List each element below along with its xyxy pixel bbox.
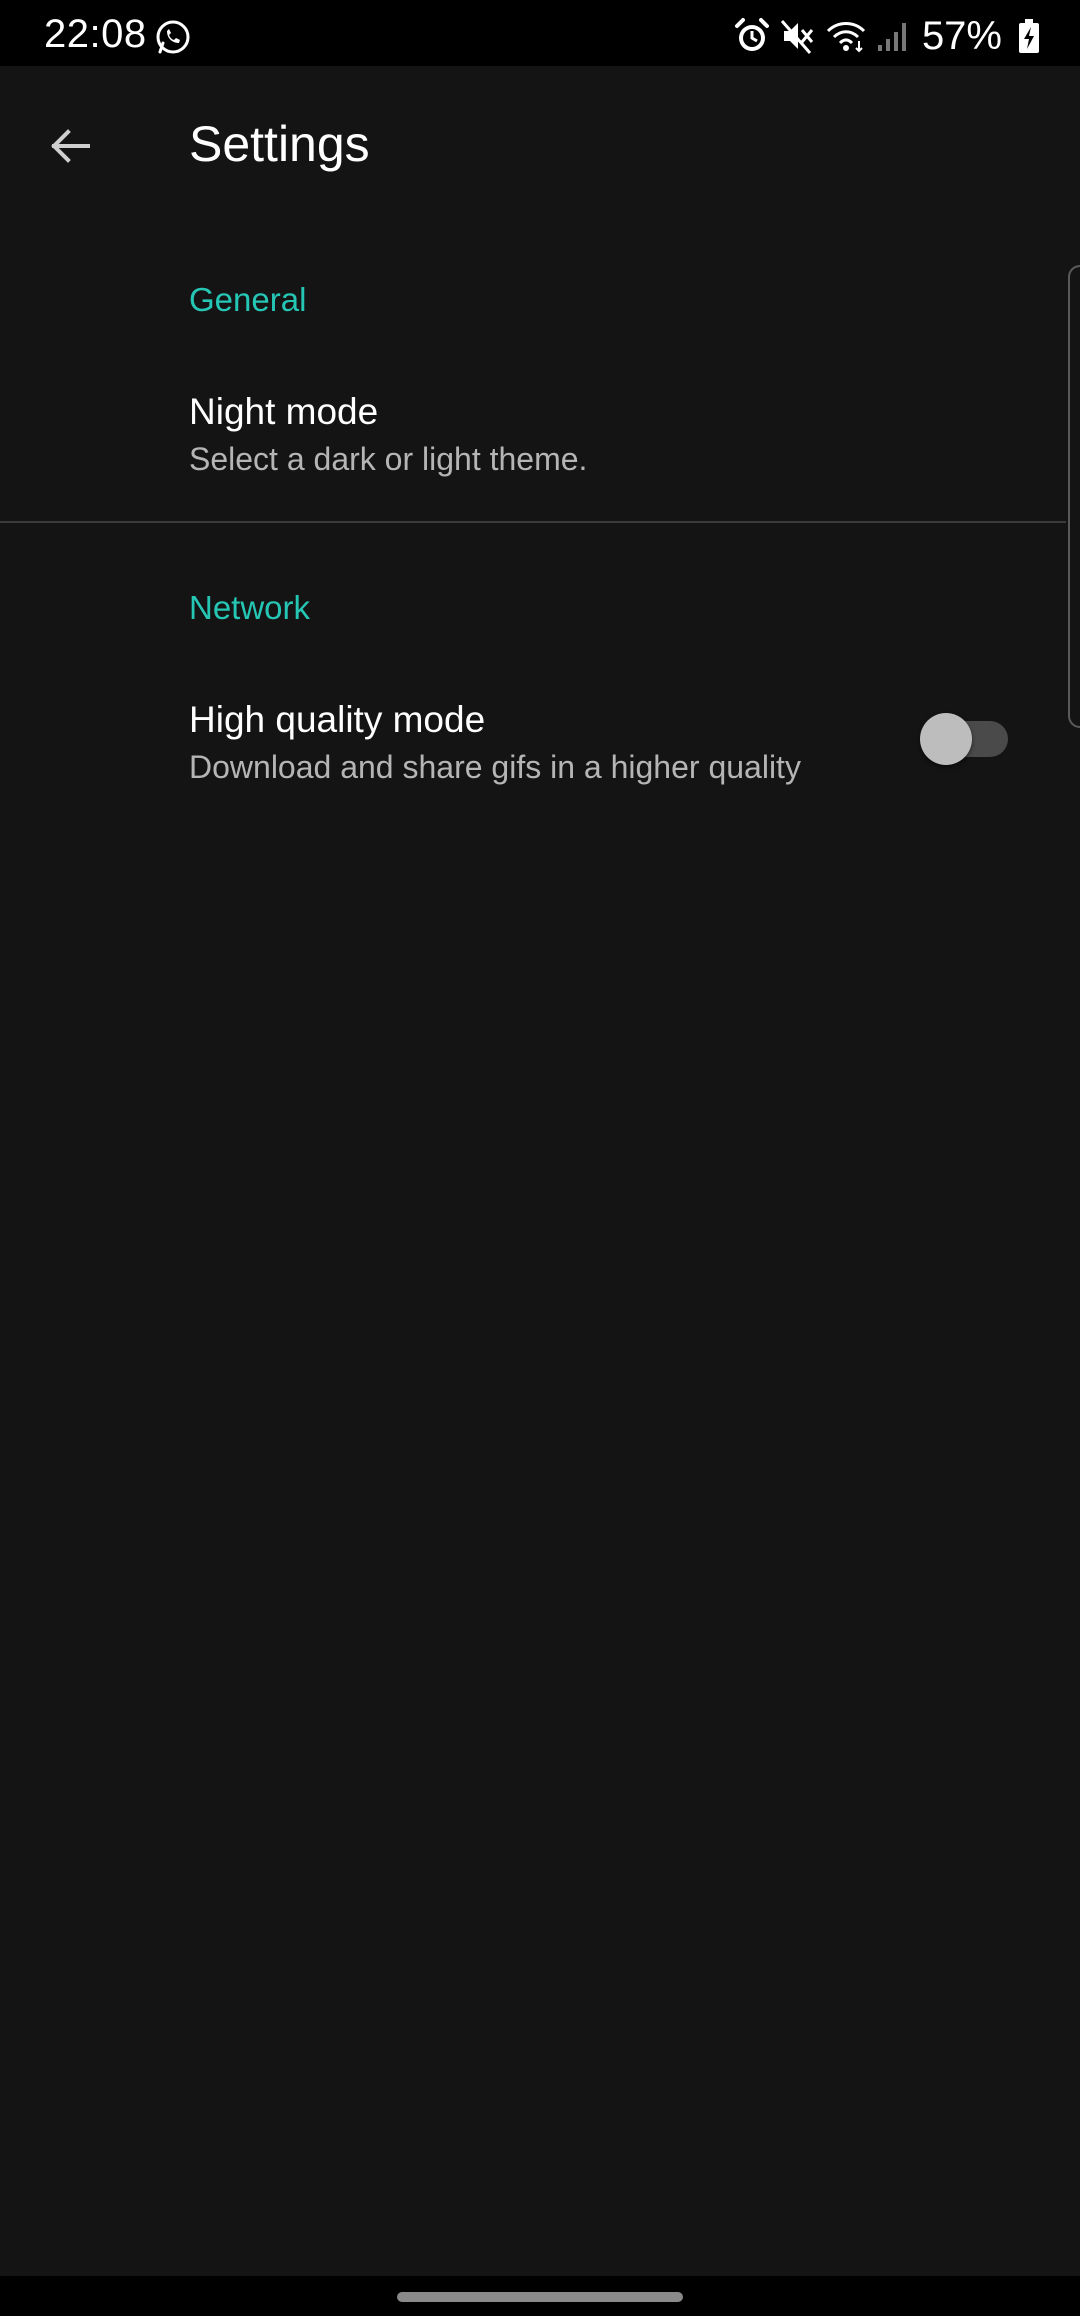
edge-panel-handle[interactable] — [1068, 265, 1080, 728]
alarm-icon — [724, 17, 770, 55]
battery-charging-icon — [1008, 17, 1040, 55]
high-quality-mode-preference[interactable]: High quality mode Download and share gif… — [0, 673, 1080, 828]
arrow-back-icon — [46, 122, 94, 175]
section-divider — [0, 521, 1066, 523]
pref-summary: Select a dark or light theme. — [189, 441, 588, 477]
pref-title: Night mode — [189, 391, 379, 432]
high-quality-mode-switch[interactable] — [920, 713, 1012, 765]
status-icons: 57% — [724, 16, 1040, 56]
whatsapp-icon — [154, 18, 192, 56]
status-time: 22:08 — [44, 12, 147, 56]
battery-percentage: 57% — [921, 14, 1002, 58]
mute-icon — [770, 17, 816, 55]
section-header-network: Network — [189, 589, 311, 626]
settings-screen: 22:08 57% Settings General Night mode Se… — [0, 0, 1080, 2316]
pref-summary: Download and share gifs in a higher qual… — [189, 749, 801, 785]
status-bar: 22:08 57% — [0, 0, 1080, 66]
back-button[interactable] — [30, 108, 110, 188]
night-mode-preference[interactable]: Night mode Select a dark or light theme. — [0, 365, 1080, 520]
signal-icon — [866, 17, 908, 55]
pref-title: High quality mode — [189, 699, 486, 740]
home-indicator[interactable] — [397, 2292, 683, 2302]
app-toolbar: Settings — [0, 66, 1080, 216]
switch-thumb — [920, 713, 972, 765]
section-header-general: General — [189, 281, 307, 318]
wifi-icon — [816, 17, 866, 55]
page-title: Settings — [189, 116, 370, 172]
